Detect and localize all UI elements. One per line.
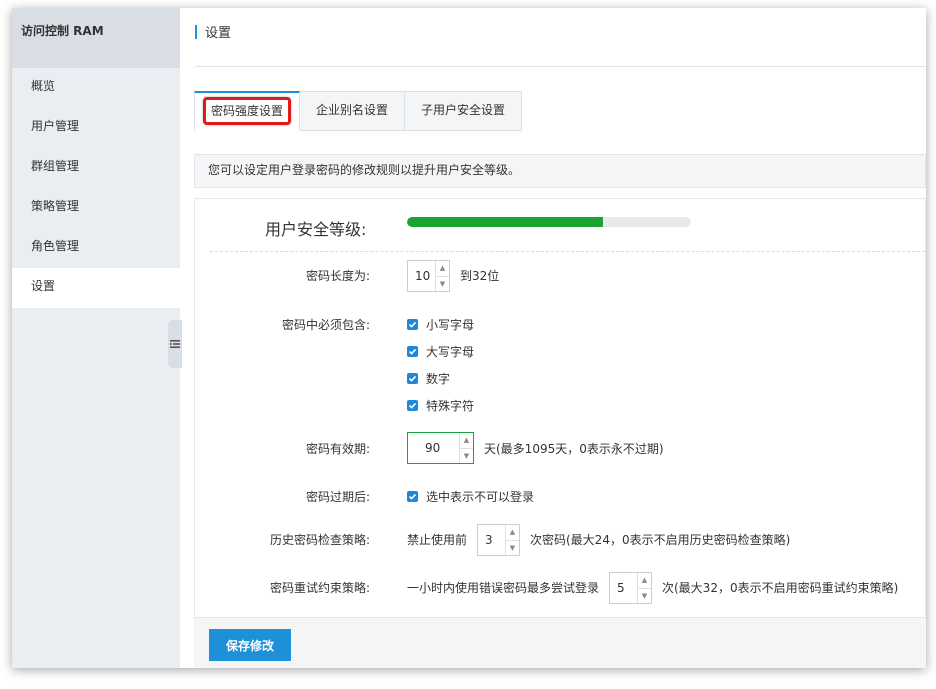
checkbox-label: 数字 [426, 372, 451, 386]
history-value[interactable]: 3 [478, 525, 505, 555]
checkbox-digits[interactable]: 数字 [407, 370, 450, 387]
page-title: 设置 [205, 26, 232, 41]
password-length-label: 密码长度为: [305, 269, 370, 283]
retry-value[interactable]: 5 [610, 573, 637, 603]
increment-icon[interactable]: ▲ [638, 573, 651, 589]
checkbox-checked-icon[interactable] [407, 346, 418, 357]
history-policy-label: 历史密码检查策略: [269, 533, 370, 547]
after-expiry-label: 密码过期后: [305, 490, 370, 504]
list-collapse-icon [170, 339, 180, 349]
page-header: 设置 [195, 22, 231, 41]
tab-subuser-security[interactable]: 子用户安全设置 [405, 91, 523, 131]
must-include-label: 密码中必须包含: [281, 318, 370, 332]
history-stepper[interactable]: 3 ▲ ▼ [477, 524, 520, 556]
save-button[interactable]: 保存修改 [209, 629, 291, 661]
security-level-fill [407, 217, 603, 227]
sidebar-item-overview[interactable]: 概览 [12, 68, 180, 108]
checkbox-checked-icon[interactable] [407, 373, 418, 384]
decrement-icon[interactable]: ▼ [436, 277, 449, 292]
tab-label-highlighted: 密码强度设置 [203, 97, 292, 125]
checkbox-label: 选中表示不可以登录 [426, 490, 535, 504]
info-notice: 您可以设定用户登录密码的修改规则以提升用户安全等级。 [194, 154, 926, 188]
checkbox-label: 大写字母 [426, 345, 475, 359]
validity-stepper[interactable]: 90 ▲ ▼ [407, 432, 474, 464]
checkbox-label: 小写字母 [426, 318, 475, 332]
checkbox-checked-icon[interactable] [407, 319, 418, 330]
tab-bar: 密码强度设置 企业别名设置 子用户安全设置 [194, 91, 523, 131]
password-length-suffix: 到32位 [460, 269, 500, 283]
header-accent-bar [195, 24, 197, 39]
app-window: 访问控制 RAM 概览 用户管理 群组管理 策略管理 角色管理 设置 设置 密码… [12, 8, 926, 668]
header-divider [195, 66, 926, 67]
increment-icon[interactable]: ▲ [460, 433, 473, 449]
validity-suffix: 天(最多1095天，0表示永不过期) [484, 442, 664, 456]
sidebar-item-settings[interactable]: 设置 [12, 268, 180, 308]
checkbox-disable-login[interactable]: 选中表示不可以登录 [407, 488, 534, 505]
sidebar-item-roles[interactable]: 角色管理 [12, 228, 180, 268]
password-length-stepper[interactable]: 10 ▲ ▼ [407, 260, 450, 292]
validity-value[interactable]: 90 [408, 433, 459, 463]
increment-icon[interactable]: ▲ [506, 525, 519, 541]
password-length-value[interactable]: 10 [408, 261, 435, 291]
security-level-label: 用户安全等级: [265, 220, 367, 239]
tab-enterprise-alias[interactable]: 企业别名设置 [300, 91, 406, 131]
retry-stepper[interactable]: 5 ▲ ▼ [609, 572, 652, 604]
sidebar-item-groups[interactable]: 群组管理 [12, 148, 180, 188]
tab-password-strength[interactable]: 密码强度设置 [194, 91, 301, 131]
validity-label: 密码有效期: [305, 442, 370, 456]
checkbox-lowercase[interactable]: 小写字母 [407, 316, 474, 333]
main-content: 设置 密码强度设置 企业别名设置 子用户安全设置 您可以设定用户登录密码的修改规… [180, 8, 926, 668]
sidebar-title: 访问控制 RAM [12, 8, 180, 68]
history-prefix: 禁止使用前 [407, 533, 468, 547]
dashed-divider [210, 251, 925, 252]
history-suffix: 次密码(最大24，0表示不启用历史密码检查策略) [530, 533, 791, 547]
sidebar-item-policies[interactable]: 策略管理 [12, 188, 180, 228]
retry-policy-label: 密码重试约束策略: [269, 581, 370, 595]
checkbox-special-chars[interactable]: 特殊字符 [407, 397, 474, 414]
decrement-icon[interactable]: ▼ [460, 449, 473, 464]
sidebar: 访问控制 RAM 概览 用户管理 群组管理 策略管理 角色管理 设置 [12, 8, 180, 668]
retry-suffix: 次(最大32，0表示不启用密码重试约束策略) [662, 581, 899, 595]
checkbox-checked-icon[interactable] [407, 491, 418, 502]
decrement-icon[interactable]: ▼ [506, 541, 519, 556]
security-level-progress [407, 217, 691, 227]
checkbox-uppercase[interactable]: 大写字母 [407, 343, 474, 360]
sidebar-item-users[interactable]: 用户管理 [12, 108, 180, 148]
checkbox-label: 特殊字符 [426, 399, 475, 413]
retry-prefix: 一小时内使用错误密码最多尝试登录 [407, 581, 600, 595]
footer-bar [194, 618, 926, 668]
decrement-icon[interactable]: ▼ [638, 589, 651, 604]
increment-icon[interactable]: ▲ [436, 261, 449, 277]
checkbox-checked-icon[interactable] [407, 400, 418, 411]
settings-form: 用户安全等级: 密码长度为: 10 ▲ ▼ 到32位 密码中必须包含: 小写字母 [194, 198, 926, 618]
sidebar-nav: 概览 用户管理 群组管理 策略管理 角色管理 设置 [12, 68, 180, 308]
